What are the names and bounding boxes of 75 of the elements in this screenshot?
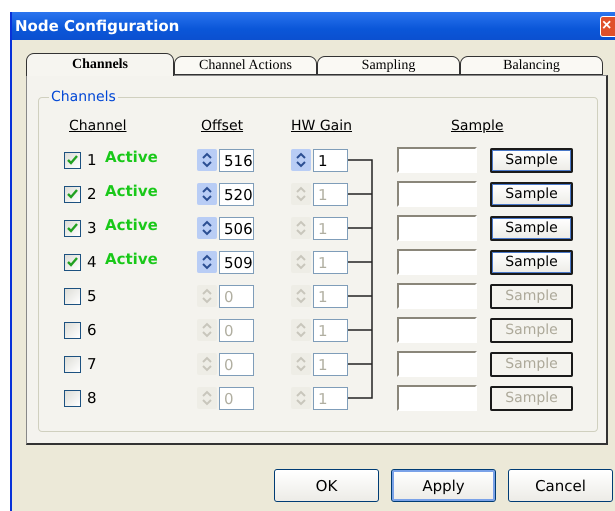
connector-line xyxy=(348,279,373,313)
spinner-arrows-icon xyxy=(201,220,213,236)
checkbox[interactable] xyxy=(64,322,81,338)
status-label: Active xyxy=(105,148,158,166)
status-label: Active xyxy=(105,250,158,268)
channel-number: 5 xyxy=(87,287,98,305)
sample-field[interactable] xyxy=(397,317,477,343)
spinner-arrows-icon xyxy=(201,356,213,372)
sample-button[interactable]: Sample xyxy=(490,250,573,274)
sample-field[interactable] xyxy=(397,215,477,241)
spinner-arrows-icon xyxy=(201,390,213,406)
column-header: Offset xyxy=(200,118,244,134)
connector-line xyxy=(348,211,373,245)
checkbox[interactable] xyxy=(64,288,81,304)
checkbox[interactable] xyxy=(64,254,81,270)
channel-number: 7 xyxy=(87,355,98,373)
spinner-arrows-icon xyxy=(295,356,307,372)
sample-field[interactable] xyxy=(397,351,477,377)
tab[interactable]: Sampling xyxy=(317,56,460,75)
spin-button[interactable] xyxy=(291,149,311,171)
connector-line xyxy=(348,245,373,279)
checkbox[interactable] xyxy=(64,186,81,202)
spinner-arrows-icon xyxy=(295,220,307,236)
tab[interactable]: Channel Actions xyxy=(174,56,317,75)
checkbox[interactable] xyxy=(64,152,81,168)
sample-field[interactable] xyxy=(397,147,477,173)
tab[interactable]: Channels xyxy=(26,53,174,76)
channel-number: 3 xyxy=(87,219,98,237)
channel-number: 6 xyxy=(87,321,98,339)
sample-button[interactable]: Sample xyxy=(490,182,573,206)
sample-field[interactable] xyxy=(397,181,477,207)
channel-number: 8 xyxy=(87,389,98,407)
spinner-arrows-icon xyxy=(295,152,307,168)
sample-field[interactable] xyxy=(397,385,477,411)
spinner-arrows-icon xyxy=(295,322,307,338)
window-title: Node Configuration xyxy=(15,17,180,35)
column-header: Channel xyxy=(68,118,128,134)
spinner-arrows-icon xyxy=(201,322,213,338)
dialog-button[interactable]: Apply xyxy=(391,469,496,502)
status-label: Active xyxy=(105,216,158,234)
spinner-arrows-icon xyxy=(201,254,213,270)
channel-number: 2 xyxy=(87,185,98,203)
spin-button[interactable] xyxy=(197,183,217,205)
spin-button[interactable] xyxy=(197,251,217,273)
spinner-arrows-icon xyxy=(295,186,307,202)
spinner-arrows-icon xyxy=(201,152,213,168)
spinner-arrows-icon xyxy=(295,288,307,304)
sample-button[interactable]: Sample xyxy=(490,148,573,172)
spinner-arrows-icon xyxy=(295,390,307,406)
channel-number: 4 xyxy=(87,253,98,271)
spinner-arrows-icon xyxy=(201,288,213,304)
connector-line xyxy=(348,313,373,347)
status-label: Active xyxy=(105,182,158,200)
spin-button[interactable] xyxy=(197,149,217,171)
sample-button[interactable]: Sample xyxy=(490,216,573,240)
channel-number: 1 xyxy=(87,151,98,169)
offset-field[interactable]: 506 xyxy=(219,216,254,240)
spin-button[interactable] xyxy=(197,217,217,239)
close-button[interactable]: × xyxy=(600,16,615,36)
offset-field[interactable]: 509 xyxy=(219,250,254,274)
spinner-arrows-icon xyxy=(201,186,213,202)
tab[interactable]: Balancing xyxy=(460,56,603,75)
column-header: Sample xyxy=(450,118,504,134)
gain-field[interactable]: 1 xyxy=(313,148,348,172)
checkbox[interactable] xyxy=(64,220,81,236)
offset-field[interactable]: 520 xyxy=(219,182,254,206)
column-header: HW Gain xyxy=(291,118,354,134)
dialog-button[interactable]: OK xyxy=(274,469,379,502)
spinner-arrows-icon xyxy=(295,254,307,270)
checkbox[interactable] xyxy=(64,390,81,406)
sample-field[interactable] xyxy=(397,249,477,275)
offset-field[interactable]: 516 xyxy=(219,148,254,172)
sample-field[interactable] xyxy=(397,283,477,309)
dialog-button[interactable]: Cancel xyxy=(508,469,613,502)
checkbox[interactable] xyxy=(64,356,81,372)
